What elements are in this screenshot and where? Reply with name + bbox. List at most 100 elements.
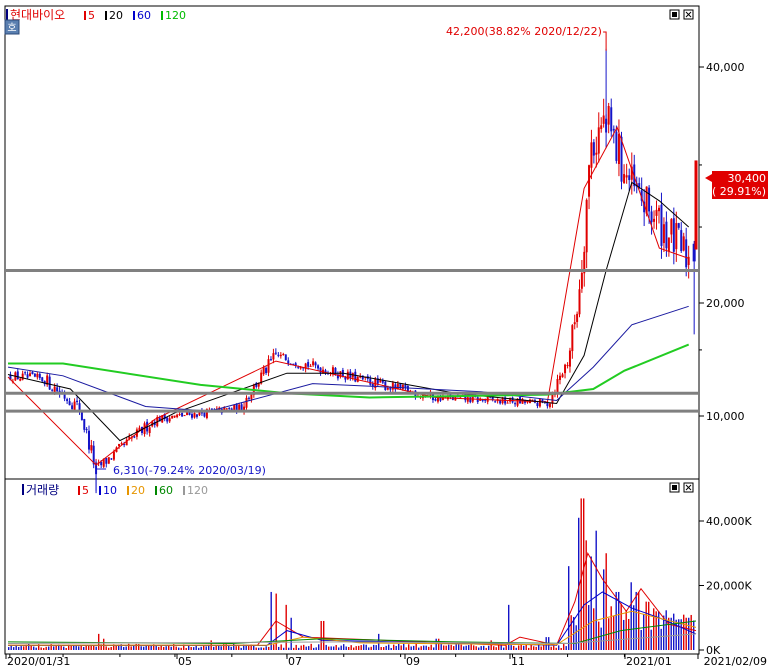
volume-title: 거래량: [26, 483, 59, 497]
volume-bar: [640, 629, 642, 650]
volume-bar: [18, 646, 20, 650]
volume-bar: [470, 643, 472, 650]
candle-body: [168, 418, 171, 422]
candle-body: [178, 414, 181, 416]
volume-bar: [325, 644, 327, 650]
candle-body: [240, 404, 243, 411]
volume-bar: [80, 645, 82, 650]
candle-body: [655, 209, 658, 216]
candle-body: [24, 372, 27, 374]
volume-bar: [535, 646, 537, 650]
candle-body: [120, 443, 123, 445]
volume-bar: [648, 601, 650, 650]
volume-bar: [370, 646, 372, 650]
candle-body: [578, 289, 581, 315]
volume-bar: [103, 638, 105, 650]
volume-bar: [363, 644, 365, 650]
volume-bar: [570, 615, 572, 650]
volume-bar: [65, 647, 67, 650]
hoga-button[interactable]: 호: [4, 19, 20, 35]
volume-bar: [588, 605, 590, 650]
candle-body: [573, 322, 576, 325]
candle-body: [118, 443, 121, 447]
candle-body: [247, 397, 250, 399]
x-tick-label: 11: [511, 655, 525, 667]
volume-bar: [385, 645, 387, 650]
candle-body: [56, 387, 59, 392]
candle-body: [677, 223, 680, 228]
volume-bar: [88, 645, 90, 650]
volume-bar: [218, 645, 220, 650]
candle-body: [314, 362, 317, 366]
candle-body: [90, 445, 93, 451]
volume-bar: [490, 640, 492, 650]
volume-bar: [448, 644, 450, 650]
volume-bar: [273, 644, 275, 650]
price-legend-swatch: [133, 11, 135, 20]
volume-panel-maximize-button[interactable]: [669, 482, 680, 493]
volume-bar: [400, 645, 402, 650]
candle-body: [494, 401, 497, 403]
candle-body: [267, 359, 270, 373]
candle-body: [16, 371, 19, 380]
volume-bar: [350, 645, 352, 650]
volume-bar: [265, 646, 267, 650]
volume-bar: [320, 620, 322, 650]
candle-body: [657, 207, 660, 212]
price-panel-maximize-button[interactable]: [669, 9, 680, 20]
volume-bar: [418, 647, 420, 650]
candle-body: [29, 373, 32, 377]
price-legend-swatch: [84, 11, 86, 20]
volume-bar: [268, 646, 270, 650]
volume-bar: [188, 645, 190, 650]
x-tick-label: 2020/01/31: [7, 655, 70, 667]
volume-bar: [98, 633, 100, 650]
volume-bar: [598, 621, 600, 650]
volume-bar: [365, 644, 367, 650]
volume-legend-swatch: [183, 486, 185, 495]
candle-body: [183, 415, 186, 417]
candle-body: [166, 417, 169, 422]
volume-panel-close-button[interactable]: [683, 482, 694, 493]
x-tick-label: 2021/02/09: [704, 655, 767, 667]
candle-body: [78, 403, 81, 411]
volume-bar: [513, 645, 515, 650]
candle-body: [277, 354, 280, 356]
volume-bar: [123, 647, 125, 650]
price-panel-close-button[interactable]: [683, 9, 694, 20]
candle-body: [19, 378, 22, 381]
volume-tick-label: 40,000K: [706, 515, 752, 528]
current-price: 30,400: [728, 172, 767, 185]
candle-body: [682, 236, 685, 251]
price-legend-ma20: 20: [109, 9, 123, 22]
candle-body: [41, 377, 44, 382]
volume-bar: [673, 613, 675, 650]
volume-bar: [133, 645, 135, 650]
candle-body: [38, 373, 41, 379]
volume-bar: [213, 646, 215, 650]
candle-body: [36, 373, 39, 378]
volume-bar: [455, 643, 457, 650]
candle-body: [401, 384, 404, 390]
candle-body: [623, 174, 626, 184]
volume-bar: [635, 591, 637, 650]
volume-bar: [558, 645, 560, 650]
price-tick-label: 20,000: [706, 297, 745, 310]
volume-bar: [170, 646, 172, 650]
volume-bar: [388, 644, 390, 650]
volume-bar: [145, 645, 147, 650]
volume-bar: [258, 647, 260, 650]
volume-bar: [83, 646, 85, 650]
volume-bar: [485, 647, 487, 650]
candle-body: [85, 429, 88, 431]
volume-bar: [308, 646, 310, 650]
volume-bar: [200, 646, 202, 650]
volume-bar: [563, 644, 565, 650]
volume-bar: [48, 646, 50, 650]
volume-bar: [495, 647, 497, 650]
volume-bar: [338, 647, 340, 650]
volume-bar: [73, 645, 75, 650]
volume-bar: [410, 646, 412, 650]
candle-body: [133, 436, 136, 438]
volume-bar: [95, 646, 97, 650]
